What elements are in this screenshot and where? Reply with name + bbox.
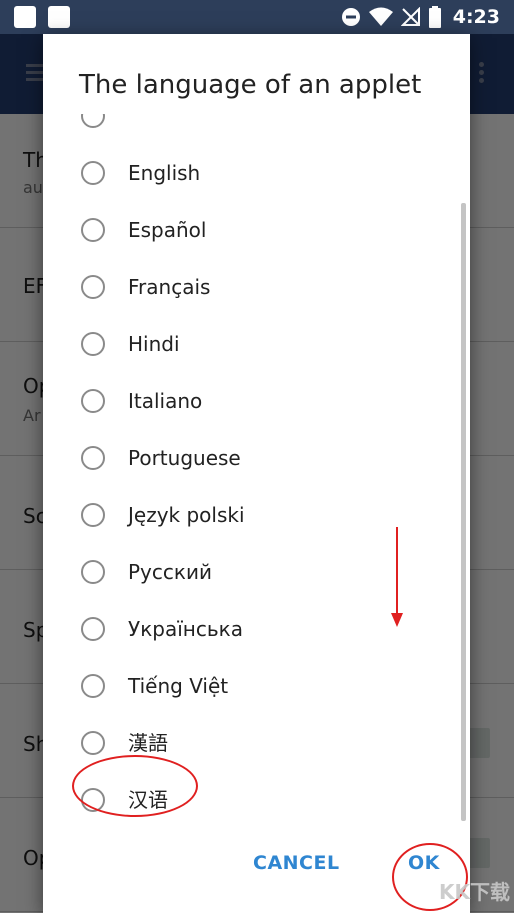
no-signal-icon [400, 7, 420, 26]
radio-button[interactable] [81, 389, 105, 413]
wifi-icon [368, 7, 393, 26]
radio-button[interactable] [81, 114, 105, 128]
language-option[interactable]: Portuguese [43, 433, 470, 490]
language-option[interactable]: Español [43, 205, 470, 262]
language-option-label: Українська [128, 617, 243, 641]
language-option[interactable]: Język polski [43, 490, 470, 547]
language-option[interactable]: Hindi [43, 319, 470, 376]
language-option-label: Español [128, 218, 207, 242]
language-option[interactable]: Italiano [43, 376, 470, 433]
language-option-label: Italiano [128, 389, 203, 413]
radio-button[interactable] [81, 503, 105, 527]
language-option[interactable]: English [43, 148, 470, 205]
status-time: 4:23 [452, 6, 500, 28]
language-option[interactable] [43, 114, 470, 148]
language-option-label: Portuguese [128, 446, 241, 470]
radio-button[interactable] [81, 560, 105, 584]
notification-icon [14, 6, 36, 28]
radio-button[interactable] [81, 161, 105, 185]
battery-icon [428, 6, 441, 28]
language-option[interactable]: Русский [43, 547, 470, 604]
radio-button[interactable] [81, 275, 105, 299]
language-options-list: English Español Français Hindi Italiano … [43, 114, 470, 825]
language-option[interactable]: Français [43, 262, 470, 319]
language-option-label: Język polski [128, 503, 245, 527]
radio-button[interactable] [81, 332, 105, 356]
notification-icon [48, 6, 70, 28]
language-option-label: Hindi [128, 332, 180, 356]
radio-button[interactable] [81, 731, 105, 755]
dialog-title: The language of an applet [79, 70, 422, 100]
language-option-label: English [128, 161, 201, 185]
radio-button[interactable] [81, 218, 105, 242]
annotation-ellipse [72, 755, 198, 817]
annotation-arrow [396, 527, 398, 617]
do-not-disturb-icon [341, 8, 360, 26]
language-option[interactable]: Tiếng Việt [43, 661, 470, 718]
language-option-label: Русский [128, 560, 212, 584]
status-bar: 4:23 [0, 0, 514, 34]
radio-button[interactable] [81, 617, 105, 641]
language-option-label: Français [128, 275, 211, 299]
radio-button[interactable] [81, 446, 105, 470]
language-option-label: Tiếng Việt [128, 674, 229, 698]
annotation-arrow-head [391, 613, 403, 627]
radio-button[interactable] [81, 674, 105, 698]
scrollbar[interactable] [461, 203, 466, 821]
language-option-label: 漢語 [128, 731, 168, 755]
language-option[interactable]: Українська [43, 604, 470, 661]
watermark: KK下载 [439, 880, 510, 904]
cancel-button[interactable]: CANCEL [253, 852, 340, 874]
status-icons: 4:23 [341, 0, 500, 34]
